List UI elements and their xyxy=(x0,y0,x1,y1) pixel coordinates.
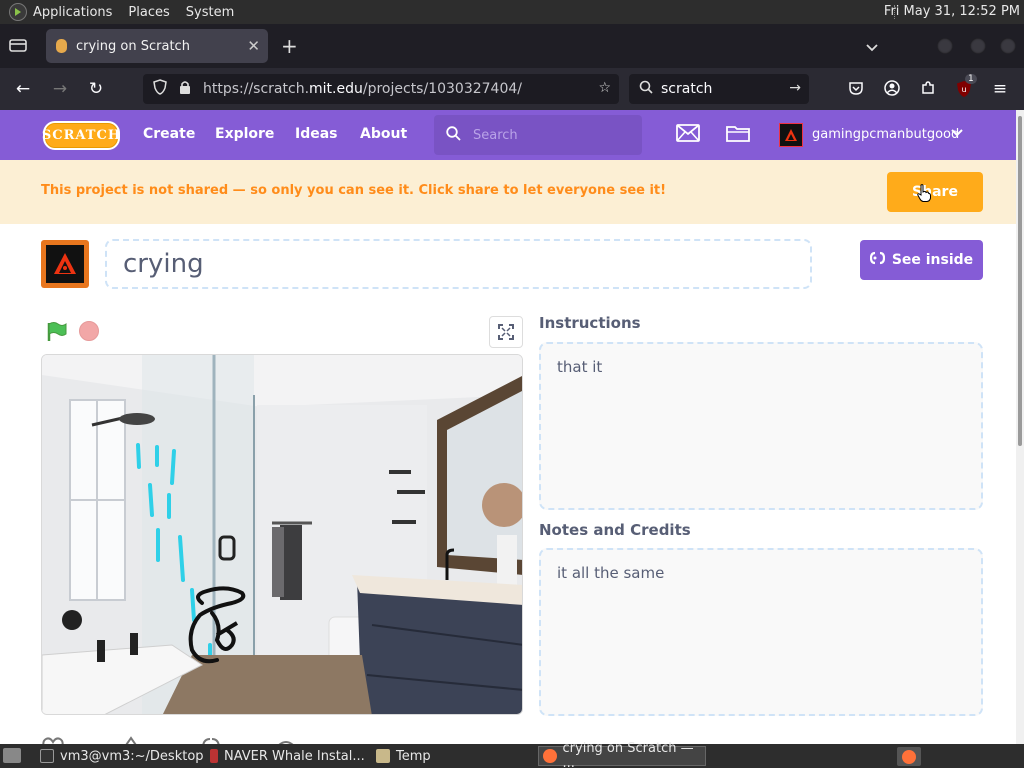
green-flag-icon[interactable] xyxy=(46,321,68,347)
taskbar-temp-folder[interactable]: Temp xyxy=(372,746,532,766)
close-window-button[interactable] xyxy=(1000,38,1016,54)
nav-about[interactable]: About xyxy=(360,126,407,142)
chevron-down-icon[interactable] xyxy=(951,127,963,140)
taskbar-terminal[interactable]: vm3@vm3:~/Desktop xyxy=(36,746,204,766)
instructions-textarea[interactable]: that it xyxy=(539,342,983,510)
stop-sign-icon[interactable] xyxy=(79,321,99,341)
tracking-shield-icon[interactable] xyxy=(153,79,169,99)
maximize-window-button[interactable] xyxy=(970,38,986,54)
scratch-project-page: SCRATCH Create Explore Ideas About gamin… xyxy=(0,110,1016,744)
tab-list-icon[interactable] xyxy=(9,37,29,55)
see-inside-label: See inside xyxy=(891,252,974,268)
scratch-search-box xyxy=(434,115,642,155)
search-go-arrow-icon[interactable]: → xyxy=(789,80,801,96)
bottom-taskbar: vm3@vm3:~/Desktop NAVER Whale Instal... … xyxy=(0,741,1024,771)
distro-logo-icon[interactable] xyxy=(9,3,27,21)
messages-envelope-icon[interactable] xyxy=(676,124,700,144)
folder-icon xyxy=(376,749,390,763)
new-tab-button[interactable]: + xyxy=(281,36,298,56)
firefox-icon xyxy=(543,749,557,763)
favorite-star-icon[interactable] xyxy=(120,736,142,744)
search-bar[interactable]: scratch → xyxy=(629,74,809,104)
search-query: scratch xyxy=(661,81,713,97)
tab-crying-on-scratch[interactable]: crying on Scratch ✕ xyxy=(46,29,268,63)
page-scrollbar[interactable] xyxy=(1016,110,1024,744)
remix-count-icon[interactable] xyxy=(200,736,222,744)
banner-message: This project is not shared — so only you… xyxy=(41,183,667,198)
system-menu[interactable]: System xyxy=(186,5,234,20)
love-heart-icon[interactable] xyxy=(42,736,64,744)
system-top-panel: Applications Places System Fri May 31, 1… xyxy=(0,0,1024,24)
user-avatar[interactable] xyxy=(779,123,803,147)
see-inside-button[interactable]: See inside xyxy=(860,240,983,280)
taskbar-naver-whale[interactable]: NAVER Whale Instal... xyxy=(206,746,370,766)
close-tab-icon[interactable]: ✕ xyxy=(247,37,260,55)
hamburger-menu-icon[interactable]: ≡ xyxy=(991,80,1009,98)
taskbar-firefox[interactable]: crying on Scratch — ... xyxy=(538,741,706,771)
applications-menu[interactable]: Applications xyxy=(33,5,112,20)
forward-arrow-icon[interactable]: → xyxy=(51,80,69,98)
search-icon xyxy=(639,80,653,98)
project-author-avatar[interactable] xyxy=(41,240,89,288)
clock[interactable]: Fri May 31, 12:52 PM xyxy=(884,4,1020,19)
extensions-puzzle-icon[interactable] xyxy=(919,80,937,98)
scratch-search-input[interactable] xyxy=(473,127,623,143)
scratch-navbar: SCRATCH Create Explore Ideas About gamin… xyxy=(0,110,1016,160)
fullscreen-icon[interactable] xyxy=(489,316,523,348)
bookmark-star-icon[interactable]: ☆ xyxy=(598,80,611,96)
chevron-down-icon[interactable] xyxy=(865,38,879,57)
scrollbar-thumb[interactable] xyxy=(1018,116,1022,446)
share-button[interactable]: Share xyxy=(887,172,983,212)
instructions-heading: Instructions xyxy=(539,314,641,332)
terminal-icon xyxy=(40,749,54,763)
scratch-logo[interactable]: SCRATCH xyxy=(42,121,120,150)
account-icon[interactable] xyxy=(883,80,901,98)
hand-cursor-icon xyxy=(917,184,931,206)
tab-title: crying on Scratch xyxy=(76,38,190,54)
nav-ideas[interactable]: Ideas xyxy=(295,126,338,142)
my-stuff-folder-icon[interactable] xyxy=(726,124,750,144)
nav-explore[interactable]: Explore xyxy=(215,126,274,142)
remix-icon xyxy=(869,251,885,269)
browser-tab-strip: crying on Scratch ✕ + xyxy=(0,24,1024,68)
minimize-window-button[interactable] xyxy=(937,38,953,54)
search-icon xyxy=(446,125,461,145)
show-desktop-icon[interactable] xyxy=(3,748,21,763)
reload-icon[interactable]: ↻ xyxy=(87,80,105,98)
pocket-icon[interactable] xyxy=(847,80,865,98)
url-text: https://scratch.mit.edu/projects/1030327… xyxy=(203,81,522,97)
project-title-field[interactable]: crying xyxy=(105,239,812,289)
installer-icon xyxy=(210,749,218,763)
username-label[interactable]: gamingpcmanbutgood xyxy=(812,127,959,142)
svg-text:u: u xyxy=(961,85,966,94)
nav-create[interactable]: Create xyxy=(143,126,195,142)
lock-icon[interactable] xyxy=(179,80,193,99)
address-bar[interactable]: https://scratch.mit.edu/projects/1030327… xyxy=(143,74,619,104)
project-stage[interactable] xyxy=(41,354,523,715)
bathroom-backdrop-image xyxy=(42,355,522,714)
views-eye-icon xyxy=(275,736,297,744)
notes-credits-heading: Notes and Credits xyxy=(539,521,691,539)
not-shared-banner: This project is not shared — so only you… xyxy=(0,160,1016,224)
notes-credits-textarea[interactable]: it all the same xyxy=(539,548,983,716)
back-arrow-icon[interactable]: ← xyxy=(14,80,32,98)
scratch-favicon-icon xyxy=(56,39,67,53)
extension-badge: 1 xyxy=(965,74,977,84)
firefox-tray-icon[interactable] xyxy=(897,747,921,766)
places-menu[interactable]: Places xyxy=(128,5,169,20)
browser-toolbar: ← → ↻ https://scratch.mit.edu/projects/1… xyxy=(0,68,1024,110)
